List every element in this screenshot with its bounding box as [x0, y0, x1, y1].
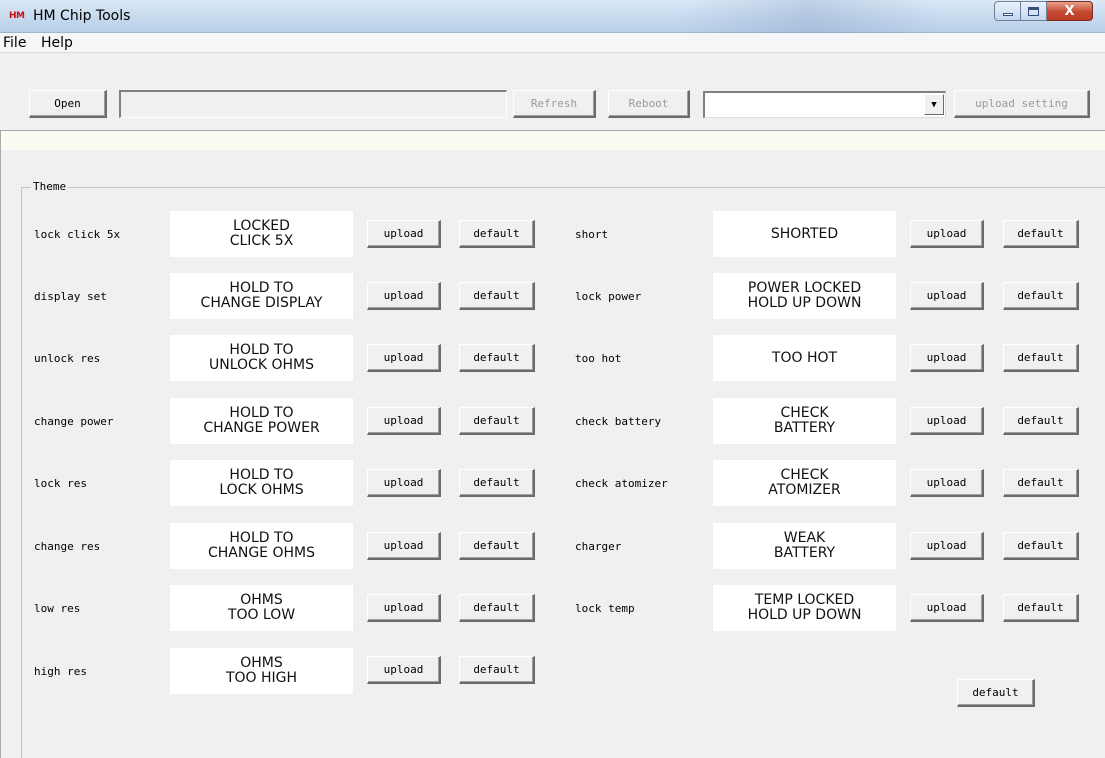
upload-button[interactable]: upload [367, 656, 441, 684]
default-button[interactable]: default [459, 656, 535, 684]
menu-help[interactable]: Help [41, 34, 73, 52]
theme-row-value: WEAK BATTERY [713, 523, 896, 569]
default-button[interactable]: default [1003, 407, 1079, 435]
menu-bar: File Help [0, 33, 1105, 53]
theme-row-label: lock temp [575, 602, 635, 615]
app-logo-icon: HM [9, 11, 25, 21]
theme-row-value: HOLD TO UNLOCK OHMS [170, 335, 353, 381]
maximize-icon [1028, 6, 1039, 16]
theme-row-value: CHECK ATOMIZER [713, 460, 896, 506]
default-button[interactable]: default [459, 532, 535, 560]
theme-row-value: POWER LOCKED HOLD UP DOWN [713, 273, 896, 319]
default-button[interactable]: default [459, 407, 535, 435]
default-button[interactable]: default [459, 220, 535, 248]
upload-button[interactable]: upload [910, 469, 984, 497]
window-title: HM Chip Tools [33, 8, 131, 24]
theme-row-value: CHECK BATTERY [713, 398, 896, 444]
theme-row-value: LOCKED CLICK 5X [170, 211, 353, 257]
chevron-down-icon[interactable]: ▼ [924, 94, 944, 115]
upload-button[interactable]: upload [910, 594, 984, 622]
title-bar[interactable]: HM HM Chip Tools X [0, 0, 1105, 33]
theme-row-value: SHORTED [713, 211, 896, 257]
file-path-field[interactable] [119, 90, 507, 118]
theme-row-value: OHMS TOO LOW [170, 585, 353, 631]
default-button[interactable]: default [459, 344, 535, 372]
refresh-button[interactable]: Refresh [513, 90, 596, 118]
open-button[interactable]: Open [29, 90, 107, 118]
theme-row-value: HOLD TO LOCK OHMS [170, 460, 353, 506]
theme-row-value: HOLD TO CHANGE DISPLAY [170, 273, 353, 319]
upload-button[interactable]: upload [367, 407, 441, 435]
theme-row-value: TOO HOT [713, 335, 896, 381]
default-button[interactable]: default [1003, 532, 1079, 560]
upload-button[interactable]: upload [367, 469, 441, 497]
theme-row-label: unlock res [34, 352, 101, 365]
default-button[interactable]: default [1003, 344, 1079, 372]
theme-row-label: change res [34, 540, 101, 553]
default-button[interactable]: default [1003, 282, 1079, 310]
default-button[interactable]: default [1003, 594, 1079, 622]
upload-button[interactable]: upload [367, 220, 441, 248]
upload-button[interactable]: upload [910, 344, 984, 372]
upload-button[interactable]: upload [910, 532, 984, 560]
theme-row-label: check battery [575, 415, 662, 428]
default-button[interactable]: default [459, 469, 535, 497]
upload-button[interactable]: upload [910, 407, 984, 435]
default-button[interactable]: default [459, 594, 535, 622]
default-button[interactable]: default [1003, 220, 1079, 248]
reset-all-default-button[interactable]: default [957, 679, 1035, 707]
theme-row-value: TEMP LOCKED HOLD UP DOWN [713, 585, 896, 631]
minimize-button[interactable] [994, 1, 1021, 21]
toolbar: Open Refresh Reboot ▼ upload setting [0, 53, 1105, 150]
theme-row-label: display set [34, 290, 107, 303]
upload-button[interactable]: upload [367, 344, 441, 372]
upload-button[interactable]: upload [910, 282, 984, 310]
theme-group-legend: Theme [31, 180, 69, 194]
window-controls: X [994, 1, 1093, 21]
menu-file[interactable]: File [3, 34, 26, 52]
maximize-button[interactable] [1021, 1, 1047, 21]
theme-row-label: charger [575, 540, 622, 553]
theme-row-label: high res [34, 665, 87, 678]
theme-row-label: low res [34, 602, 81, 615]
upload-setting-button[interactable]: upload setting [954, 90, 1090, 118]
theme-row-label: short [575, 228, 609, 241]
theme-row-value: OHMS TOO HIGH [170, 648, 353, 694]
theme-row-label: lock res [34, 477, 87, 490]
close-button[interactable]: X [1047, 1, 1093, 21]
default-button[interactable]: default [1003, 469, 1079, 497]
default-button[interactable]: default [459, 282, 535, 310]
status-bar [0, 130, 1105, 150]
theme-row-label: change power [34, 415, 114, 428]
minimize-icon [1002, 12, 1013, 16]
upload-button[interactable]: upload [367, 532, 441, 560]
theme-row-label: too hot [575, 352, 622, 365]
reboot-button[interactable]: Reboot [608, 90, 690, 118]
theme-row-value: HOLD TO CHANGE POWER [170, 398, 353, 444]
theme-row-value: HOLD TO CHANGE OHMS [170, 523, 353, 569]
close-icon: X [1064, 3, 1075, 19]
upload-button[interactable]: upload [367, 594, 441, 622]
theme-row-label: lock click 5x [34, 228, 121, 241]
device-select[interactable]: ▼ [703, 91, 946, 118]
theme-row-label: check atomizer [575, 477, 668, 490]
theme-row-label: lock power [575, 290, 642, 303]
window-left-border [0, 150, 1, 758]
upload-button[interactable]: upload [910, 220, 984, 248]
upload-button[interactable]: upload [367, 282, 441, 310]
